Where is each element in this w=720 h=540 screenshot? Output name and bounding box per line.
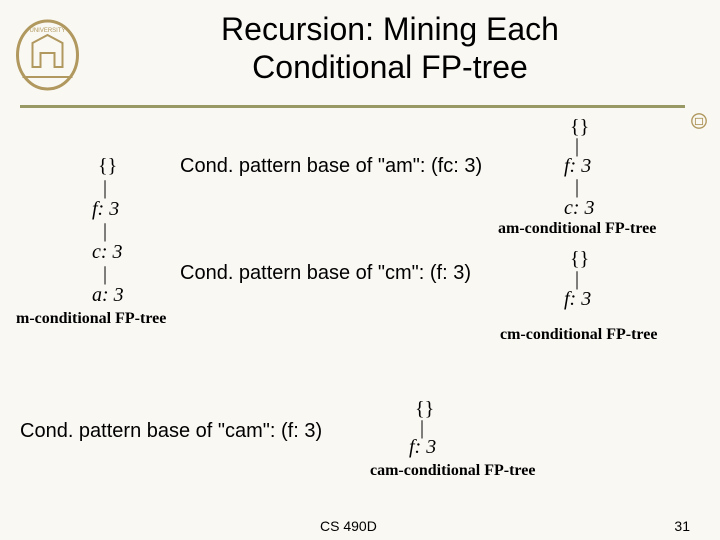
tree-node-a3-m: a: 3 xyxy=(92,284,124,307)
university-seal-logo: UNIVERSITY xyxy=(10,15,85,105)
tree-node-f3-cm: f: 3 xyxy=(564,288,591,311)
title-underline xyxy=(20,105,685,108)
tree-root-cm: {} xyxy=(570,248,589,271)
tree-edge: | xyxy=(103,177,107,200)
caption-cm-tree: cm-conditional FP-tree xyxy=(500,326,657,344)
cond-base-cam: Cond. pattern base of "cam": (f: 3) xyxy=(20,420,322,443)
tree-edge: | xyxy=(575,176,579,199)
tree-node-f3-cam: f: 3 xyxy=(409,436,436,459)
tree-edge: | xyxy=(103,263,107,286)
tree-node-c3-am: c: 3 xyxy=(564,197,595,220)
caption-cam-tree: cam-conditional FP-tree xyxy=(370,462,535,480)
caption-am-tree: am-conditional FP-tree xyxy=(498,220,656,238)
svg-text:UNIVERSITY: UNIVERSITY xyxy=(29,28,65,34)
page-number: 31 xyxy=(674,518,690,534)
tree-root-m: {} xyxy=(98,155,117,178)
tree-node-f3-am: f: 3 xyxy=(564,155,591,178)
cond-base-cm: Cond. pattern base of "cm": (f: 3) xyxy=(180,262,471,285)
course-code: CS 490D xyxy=(320,518,377,534)
tree-node-c3-m: c: 3 xyxy=(92,241,123,264)
tree-node-f3-m: f: 3 xyxy=(92,198,119,221)
slide-title: Recursion: Mining Each Conditional FP-tr… xyxy=(140,10,640,87)
tree-root-am: {} xyxy=(570,116,589,139)
caption-m-tree: m-conditional FP-tree xyxy=(16,310,166,328)
cond-base-am: Cond. pattern base of "am": (fc: 3) xyxy=(180,155,482,178)
small-seal-icon xyxy=(690,112,708,130)
tree-root-cam: {} xyxy=(415,398,434,421)
tree-edge: | xyxy=(103,220,107,243)
